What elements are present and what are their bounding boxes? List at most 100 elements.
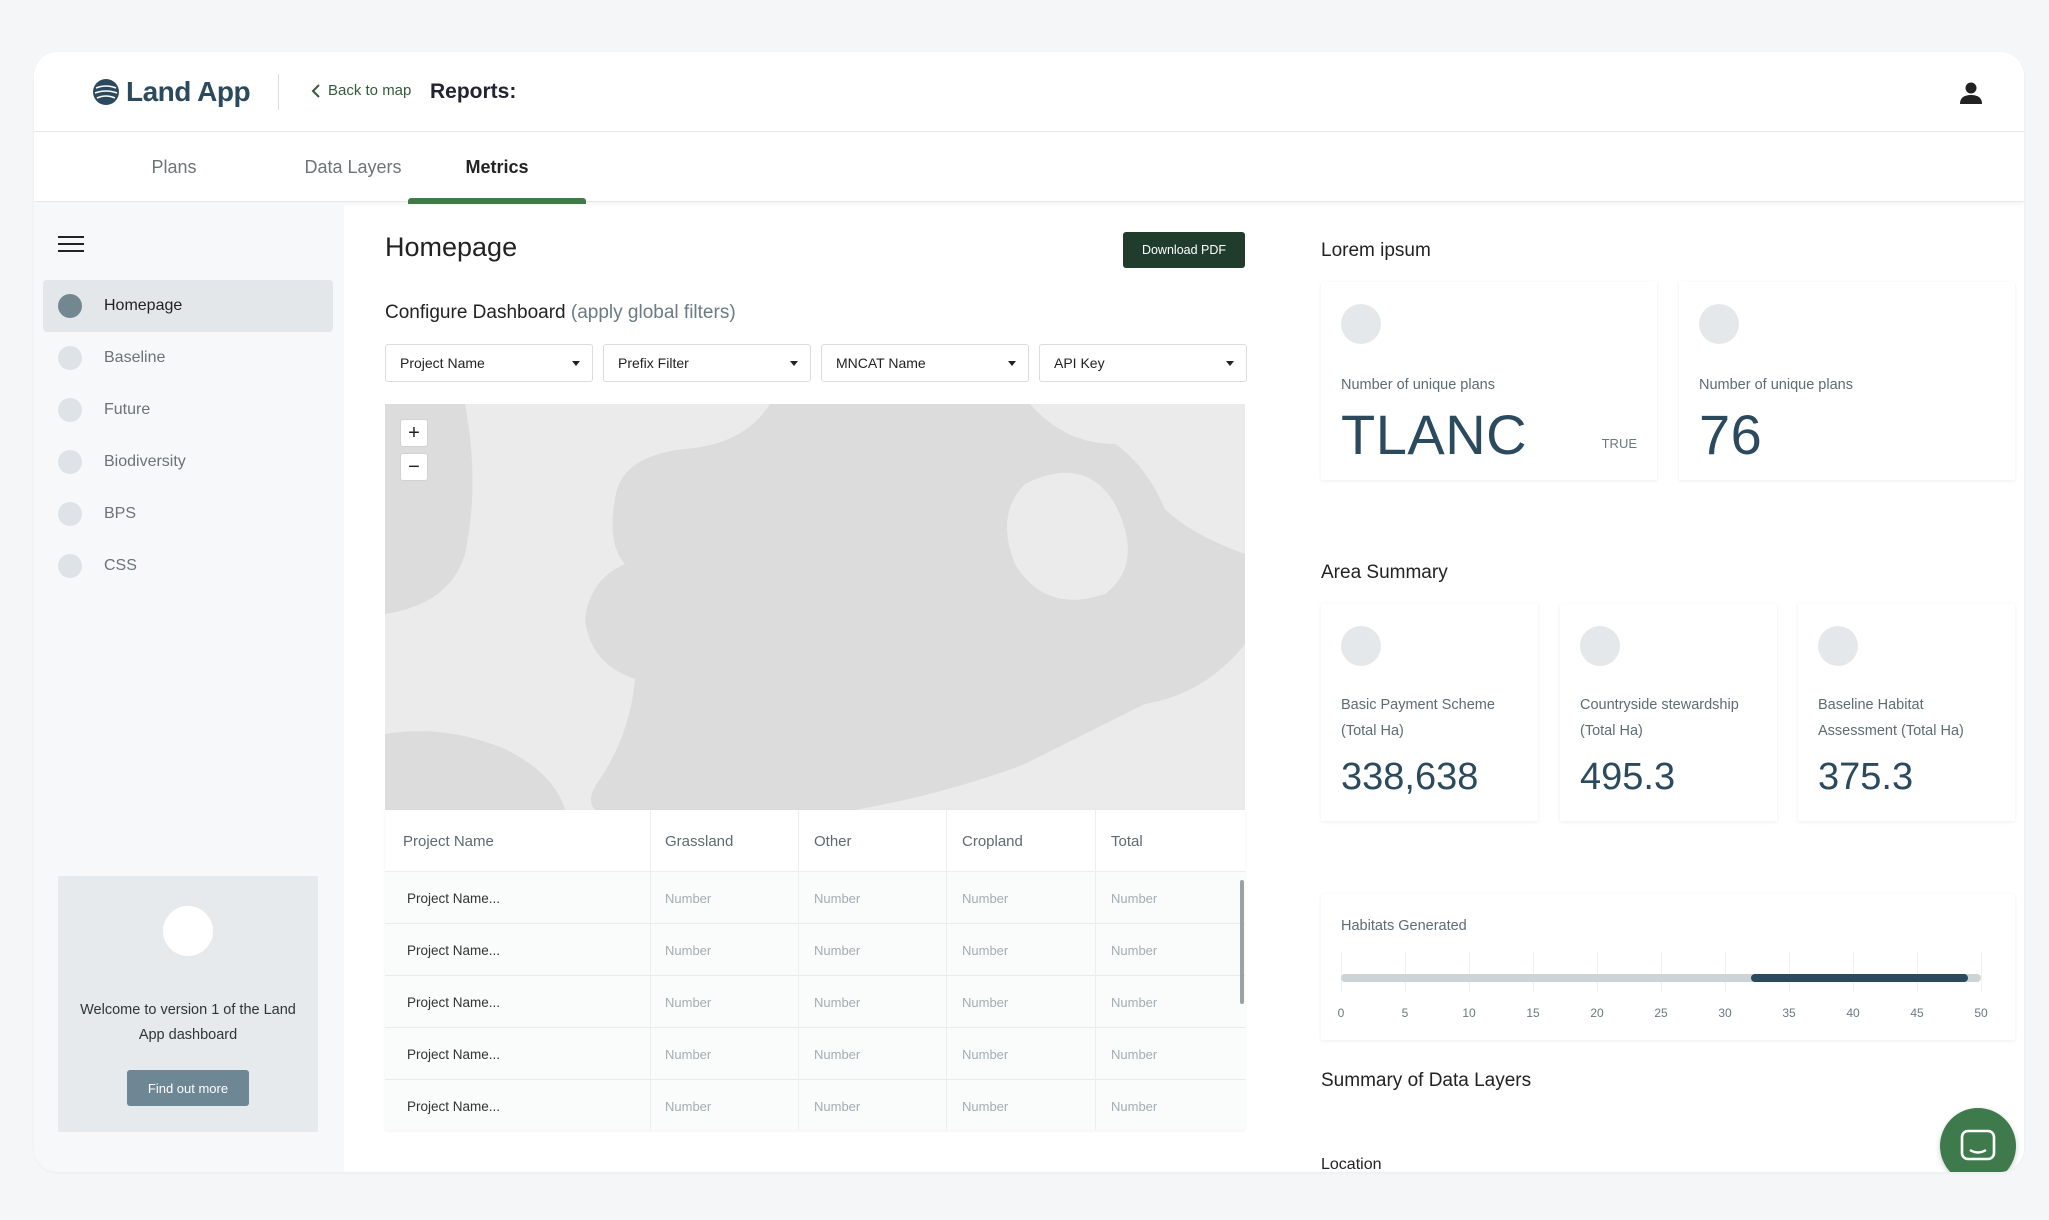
filter-label: MNCAT Name bbox=[836, 355, 926, 371]
card-value: 495.3 bbox=[1580, 756, 1676, 798]
sidebar-item-bps[interactable]: BPS bbox=[43, 488, 333, 540]
axis-gridline bbox=[1405, 952, 1406, 992]
table-row[interactable]: Project Name... Number Number Number Number bbox=[385, 872, 1245, 924]
nav-dot-icon bbox=[58, 502, 82, 526]
axis-tick-label: 25 bbox=[1654, 1006, 1668, 1020]
filter-label: Prefix Filter bbox=[618, 355, 689, 371]
axis-gridline bbox=[1341, 952, 1342, 992]
card-icon bbox=[1818, 626, 1858, 666]
table-row[interactable]: Project Name... Number Number Number Number bbox=[385, 1080, 1245, 1130]
sidebar-item-baseline[interactable]: Baseline bbox=[43, 332, 333, 384]
sidebar-item-label: Biodiversity bbox=[104, 453, 186, 470]
habitats-title: Habitats Generated bbox=[1341, 918, 1467, 934]
header-divider bbox=[278, 74, 279, 110]
column-header[interactable]: Grassland bbox=[651, 810, 799, 872]
axis-gridline bbox=[1981, 952, 1982, 992]
filter-label: API Key bbox=[1054, 355, 1105, 371]
welcome-panel: Welcome to version 1 of the Land App das… bbox=[58, 876, 318, 1132]
zoom-in-button[interactable]: + bbox=[400, 419, 428, 447]
api-key-filter[interactable]: API Key bbox=[1039, 344, 1247, 382]
sidebar-item-label: Future bbox=[104, 401, 151, 418]
sidebar-item-label: CSS bbox=[104, 557, 137, 574]
tab-plans[interactable]: Plans bbox=[114, 132, 234, 202]
axis-tick-label: 10 bbox=[1462, 1006, 1476, 1020]
sidebar-item-future[interactable]: Future bbox=[43, 384, 333, 436]
table-cell: Number bbox=[947, 1028, 1096, 1080]
axis-gridline bbox=[1469, 952, 1470, 992]
sidebar-item-css[interactable]: CSS bbox=[43, 540, 333, 592]
project-name-filter[interactable]: Project Name bbox=[385, 344, 593, 382]
column-header[interactable]: Cropland bbox=[947, 810, 1096, 872]
lorem-ipsum-heading: Lorem ipsum bbox=[1321, 240, 1431, 261]
axis-tick-label: 0 bbox=[1337, 1006, 1345, 1020]
table-cell: Number bbox=[1111, 942, 1158, 958]
map-view[interactable]: + − bbox=[385, 404, 1245, 810]
table-cell: Number bbox=[799, 1080, 947, 1130]
table-cell: Number bbox=[1111, 1046, 1158, 1062]
table-cell: Project Name... bbox=[385, 924, 651, 976]
welcome-text: Welcome to version 1 of the Land App das… bbox=[80, 1002, 296, 1043]
table-scrollbar[interactable] bbox=[1240, 880, 1244, 1004]
table-cell: Number bbox=[799, 924, 947, 976]
active-tab-indicator bbox=[408, 198, 586, 204]
table-row[interactable]: Project Name... Number Number Number Number bbox=[385, 976, 1245, 1028]
sidebar-item-homepage[interactable]: Homepage bbox=[43, 280, 333, 332]
configure-title: Configure Dashboard bbox=[385, 302, 566, 323]
back-to-map-link[interactable]: Back to map bbox=[310, 82, 411, 99]
card-label: Countryside stewardship (Total Ha) bbox=[1580, 697, 1739, 739]
sidebar-item-biodiversity[interactable]: Biodiversity bbox=[43, 436, 333, 488]
nav-dot-icon bbox=[58, 294, 82, 318]
axis-gridline bbox=[1853, 952, 1854, 992]
nav-dot-icon bbox=[58, 398, 82, 422]
card-icon bbox=[1341, 304, 1381, 344]
user-account-icon[interactable] bbox=[1958, 80, 1984, 106]
metric-card: Number of unique plans 76 bbox=[1679, 282, 2015, 480]
table-cell: Number bbox=[1111, 994, 1158, 1010]
card-label: Number of unique plans bbox=[1699, 377, 1853, 393]
axis-gridline bbox=[1917, 952, 1918, 992]
project-table: Project Name Grassland Other Cropland To… bbox=[385, 810, 1245, 1130]
table-header: Project Name Grassland Other Cropland To… bbox=[385, 810, 1245, 872]
table-row[interactable]: Project Name... Number Number Number Number bbox=[385, 924, 1245, 976]
column-header[interactable]: Other bbox=[799, 810, 947, 872]
axis-tick-label: 40 bbox=[1846, 1006, 1860, 1020]
table-row[interactable]: Project Name... Number Number Number Number bbox=[385, 1028, 1245, 1080]
mncat-name-filter[interactable]: MNCAT Name bbox=[821, 344, 1029, 382]
metric-card: Number of unique plans TLANC TRUE bbox=[1321, 282, 1657, 480]
back-to-map-label: Back to map bbox=[328, 82, 412, 99]
axis-tick-label: 20 bbox=[1590, 1006, 1604, 1020]
chat-launcher-button[interactable] bbox=[1940, 1108, 2016, 1172]
tab-metrics[interactable]: Metrics bbox=[408, 132, 586, 202]
caret-down-icon bbox=[1008, 361, 1016, 366]
configure-dashboard-heading: Configure Dashboard (apply global filter… bbox=[385, 302, 736, 324]
area-summary-heading: Area Summary bbox=[1321, 562, 1448, 583]
area-card: Countryside stewardship (Total Ha) 495.3 bbox=[1560, 604, 1777, 821]
table-cell: Number bbox=[799, 1028, 947, 1080]
habitats-range-fill bbox=[1750, 974, 1969, 982]
card-value: 375.3 bbox=[1818, 756, 1914, 798]
find-out-more-button[interactable]: Find out more bbox=[127, 1070, 249, 1106]
filter-label: Project Name bbox=[400, 355, 485, 371]
column-header[interactable]: Project Name bbox=[385, 810, 651, 872]
column-header[interactable]: Total bbox=[1096, 810, 1245, 872]
axis-gridline bbox=[1533, 952, 1534, 992]
caret-down-icon bbox=[790, 361, 798, 366]
nav-dot-icon bbox=[58, 346, 82, 370]
area-card: Basic Payment Scheme (Total Ha) 338,638 bbox=[1321, 604, 1538, 821]
axis-gridline bbox=[1725, 952, 1726, 992]
land-app-logo[interactable]: Land App bbox=[92, 76, 251, 108]
axis-tick-label: 45 bbox=[1910, 1006, 1924, 1020]
chevron-left-icon bbox=[311, 83, 320, 98]
map-land-shapes bbox=[385, 404, 1245, 810]
hamburger-menu-icon[interactable] bbox=[58, 236, 84, 254]
table-cell: Number bbox=[947, 924, 1096, 976]
summary-data-layers-heading: Summary of Data Layers bbox=[1321, 1070, 1532, 1091]
zoom-out-button[interactable]: − bbox=[400, 453, 428, 481]
prefix-filter[interactable]: Prefix Filter bbox=[603, 344, 811, 382]
habitats-generated-card: Habitats Generated 0 5 10 15 20 25 30 35 40 45 50 bbox=[1321, 894, 2015, 1040]
welcome-avatar bbox=[163, 906, 213, 956]
card-badge: TRUE bbox=[1601, 436, 1637, 451]
table-cell: Number bbox=[947, 1080, 1096, 1130]
download-pdf-button[interactable]: Download PDF bbox=[1123, 232, 1245, 268]
nav-dot-icon bbox=[58, 450, 82, 474]
